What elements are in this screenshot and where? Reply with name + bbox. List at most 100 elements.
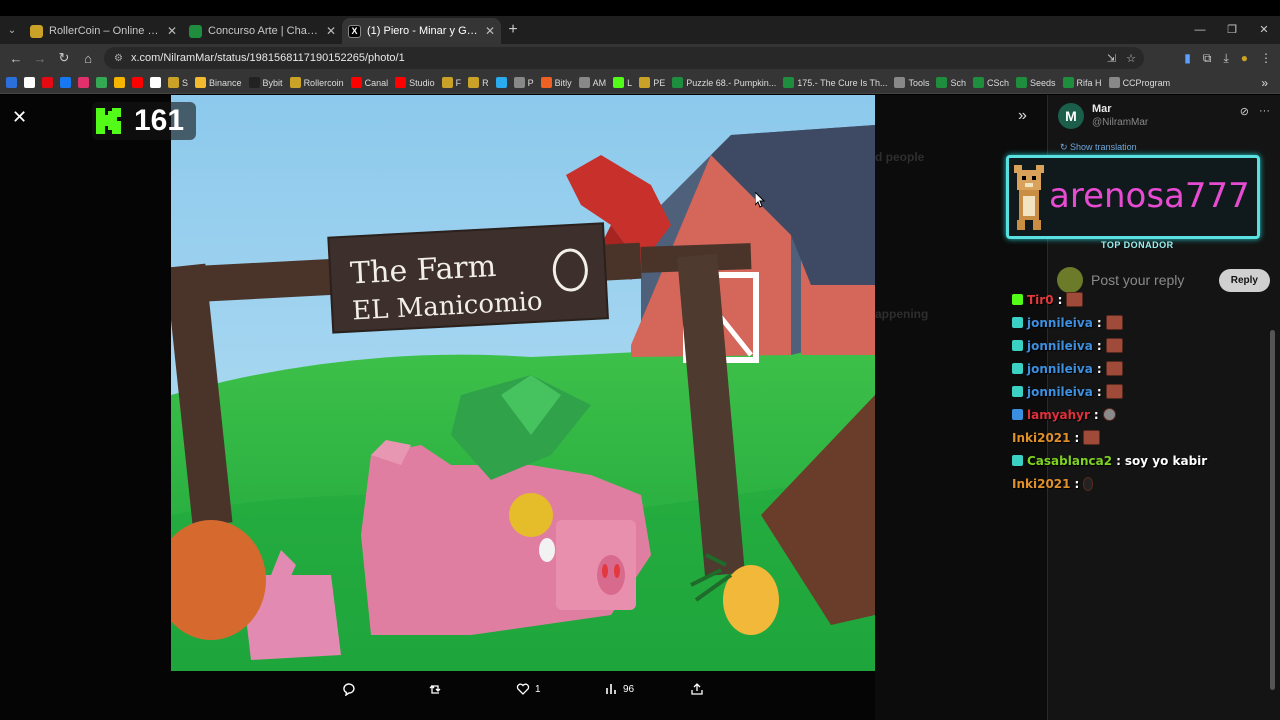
bookmark-item[interactable]: S [168,77,188,88]
address-bar[interactable]: ⚙ x.com/NilramMar/status/198156811719015… [104,47,1144,69]
bookmark-item[interactable]: Bitly [540,77,572,88]
bookmark-item[interactable] [78,77,89,88]
bookmark-item[interactable]: F [441,77,461,88]
bookmark-star-icon[interactable]: ☆ [1126,52,1136,65]
bookmark-item[interactable]: CCProgram [1108,77,1170,88]
bookmark-item[interactable] [150,77,161,88]
close-window-button[interactable]: ✕ [1248,16,1280,44]
bookmark-item[interactable]: Rifa H [1062,77,1102,88]
profile-avatar-icon[interactable]: ● [1241,51,1248,65]
close-viewer-button[interactable]: ✕ [12,107,27,128]
bookmark-favicon-icon [24,77,35,88]
chat-message: Inki2021: [1012,426,1252,449]
author-name[interactable]: Mar [1092,103,1148,115]
grok-icon[interactable]: ⊘ [1240,105,1249,118]
post-photo[interactable]: The Farm EL Manicomio [171,95,875,671]
site-info-icon[interactable]: ⚙ [114,53,123,64]
bookmark-item[interactable]: Puzzle 68.- Pumpkin... [672,77,776,88]
bookmark-item[interactable] [60,77,71,88]
bookmark-item[interactable]: CSch [973,77,1009,88]
show-translation-link[interactable]: ↻ Show translation [1060,142,1137,153]
chat-badge-icon [1012,363,1023,374]
bookmark-item[interactable] [495,77,507,88]
restore-button[interactable]: ❐ [1216,16,1248,44]
tab-rollercoin[interactable]: RollerCoin – Online Bitcoin Min ✕ [24,18,183,44]
extension-icon[interactable]: ▮ [1184,51,1191,65]
bookmark-label: L [627,77,633,88]
chat-message: Casablanca2: soy yo kabir [1012,449,1252,472]
new-tab-button[interactable]: + [503,21,523,39]
bookmark-item[interactable]: P [513,77,534,88]
repost-action[interactable] [428,682,447,696]
stream-chat-overlay: Tir0: jonnileiva: jonnileiva: jonnileiva: jo… [1012,288,1252,495]
bookmark-item[interactable] [96,77,107,88]
show-translation-label: Show translation [1070,142,1137,152]
tab-x-post[interactable]: X (1) Piero - Minar y Ganar on X: ✕ [342,18,501,44]
bookmark-item[interactable]: Canal [350,77,388,88]
back-button[interactable]: ← [4,51,28,66]
tab-title: (1) Piero - Minar y Ganar on X: [367,25,479,37]
views-action[interactable]: 96 [604,682,634,696]
bookmark-item[interactable]: Seeds [1016,77,1056,88]
bookmark-favicon-icon [639,77,651,88]
chat-separator: : [1096,315,1102,330]
install-app-icon[interactable]: ⇲ [1107,52,1116,65]
share-action[interactable] [690,682,704,696]
bookmark-item[interactable]: PE [639,77,665,88]
tab-search-button[interactable]: ⌄ [0,16,24,44]
reply-bubble-icon [343,683,355,696]
bookmark-favicon-icon [60,77,71,88]
bookmark-item[interactable] [6,77,17,88]
reply-action[interactable] [342,682,361,696]
tab-concurso-arte[interactable]: Concurso Arte | Charlotte - Hoj ✕ [183,18,342,44]
scrollbar[interactable] [1270,330,1275,690]
bookmark-label: Binance [209,77,242,88]
bookmark-item[interactable]: AM [578,77,606,88]
bookmark-item[interactable]: Tools [894,77,929,88]
reply-input[interactable]: Post your reply [1091,272,1219,288]
minimize-button[interactable]: — [1184,16,1216,44]
bookmark-favicon-icon [613,77,625,88]
heart-icon [516,683,530,695]
bookmark-item[interactable]: Bybit [248,77,283,88]
tab-title: Concurso Arte | Charlotte - Hoj [208,25,320,37]
download-icon[interactable]: ⤓ [1223,51,1228,66]
bookmark-item[interactable]: Sch [936,77,966,88]
bookmark-item[interactable]: R [468,77,489,88]
tab-close-icon[interactable]: ✕ [167,24,177,38]
author-handle[interactable]: @NilramMar [1092,117,1148,128]
bookmark-label: PE [653,77,666,88]
bookmark-favicon-icon [894,77,906,88]
farm-artwork-image: The Farm EL Manicomio [171,95,875,671]
reload-button[interactable]: ↻ [52,50,76,66]
bookmark-item[interactable]: Rollercoin [289,77,344,88]
bookmark-item[interactable] [132,77,143,88]
home-button[interactable]: ⌂ [76,51,100,66]
chat-emote-icon [1105,315,1123,330]
bookmark-item[interactable] [114,77,125,88]
bookmark-item[interactable] [24,77,35,88]
more-options-icon[interactable]: ··· [1259,105,1270,118]
bookmarks-overflow-icon[interactable]: » [1261,76,1268,90]
bookmark-item[interactable]: Studio [395,77,435,88]
extensions-puzzle-icon[interactable]: ⧉ [1203,51,1212,66]
like-action[interactable]: 1 [516,682,541,696]
tab-strip: ⌄ RollerCoin – Online Bitcoin Min ✕ Conc… [0,16,1280,44]
chevron-down-icon: ⌄ [7,24,17,36]
expand-panel-icon[interactable]: » [1018,107,1027,125]
bookmark-favicon-icon [78,77,89,88]
chat-separator: : [1057,292,1063,307]
menu-kebab-icon[interactable]: ⋮ [1260,51,1272,65]
author-avatar[interactable]: M [1058,103,1084,129]
bookmark-item[interactable]: 175.- The Cure Is Th... [783,77,887,88]
tab-close-icon[interactable]: ✕ [485,24,495,38]
bookmark-item[interactable] [42,77,53,88]
bookmark-item[interactable]: Binance [195,77,242,88]
bookmark-favicon-icon [513,77,525,88]
chat-emote-icon [1083,476,1094,491]
bookmark-item[interactable]: L [613,77,632,88]
post-author[interactable]: M Mar @NilramMar [1058,103,1148,129]
tab-close-icon[interactable]: ✕ [326,24,336,38]
forward-button[interactable]: → [28,51,52,66]
chat-separator: : [1074,430,1080,445]
